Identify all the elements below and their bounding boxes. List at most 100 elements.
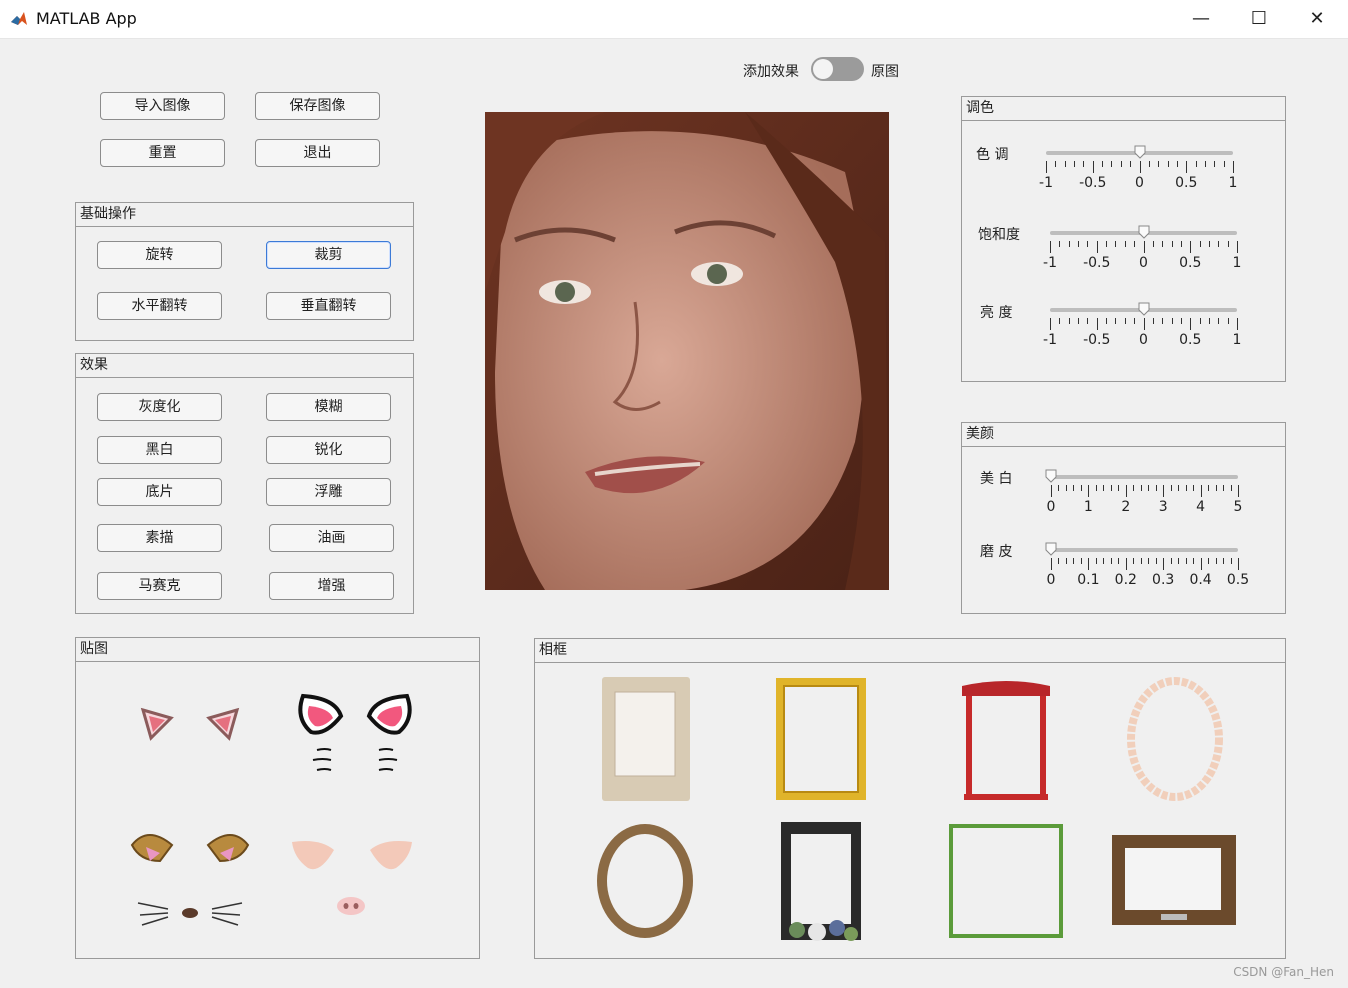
slider-tick <box>1208 318 1210 324</box>
slider-tick-label: 0.4 <box>1189 572 1212 588</box>
slider-tick <box>1227 241 1229 247</box>
rotate-button[interactable]: 旋转 <box>97 241 222 269</box>
maximize-button[interactable]: ☐ <box>1230 0 1288 38</box>
stickers-title: 贴图 <box>76 638 479 662</box>
slider-tick <box>1073 485 1075 491</box>
minimize-button[interactable]: — <box>1172 0 1230 38</box>
slider-tick <box>1185 558 1187 564</box>
slider-tick-label: 0 <box>1135 175 1144 191</box>
slider-tick <box>1140 558 1142 564</box>
slider-tick <box>1178 485 1180 491</box>
slider-tick-label: 3 <box>1158 499 1168 515</box>
slider-tick <box>1176 161 1178 167</box>
slider-tick <box>1058 558 1060 564</box>
slider-tick <box>1073 558 1075 564</box>
window-title: MATLAB App <box>36 9 137 28</box>
slider-thumb[interactable] <box>1138 225 1150 239</box>
slider-tick <box>1148 558 1150 564</box>
slider-tick <box>1171 318 1173 324</box>
oil-painting-button[interactable]: 油画 <box>269 524 394 552</box>
slider-tick <box>1163 558 1165 570</box>
slider-tick <box>1096 241 1098 253</box>
slider-tick-label: 0.1 <box>1077 572 1100 588</box>
slider-tick <box>1155 485 1157 491</box>
mosaic-button[interactable]: 马赛克 <box>97 572 222 600</box>
blur-button[interactable]: 模糊 <box>266 393 391 421</box>
slider-tick <box>1064 161 1066 167</box>
hue-label: 色 调 <box>976 147 1009 163</box>
sketch-button[interactable]: 素描 <box>97 524 222 552</box>
effect-toggle-switch[interactable] <box>811 57 864 81</box>
wood-frame[interactable] <box>1111 834 1237 926</box>
pink-scalloped-oval-frame[interactable] <box>1125 676 1225 802</box>
slider-tick-label: 1 <box>1232 332 1242 348</box>
slider-tick-label: 4 <box>1196 499 1206 515</box>
slider-tick <box>1106 241 1108 247</box>
emboss-button[interactable]: 浮雕 <box>266 478 391 506</box>
save-image-button[interactable]: 保存图像 <box>255 92 380 120</box>
small-pink-ears-sticker[interactable] <box>135 700 245 748</box>
black-floral-frame[interactable] <box>777 818 865 944</box>
pig-ears-nose-sticker[interactable] <box>290 838 414 920</box>
slider-tick <box>1051 485 1052 497</box>
slider-tick <box>1162 241 1164 247</box>
cat-ears-whiskers-sticker[interactable] <box>295 688 415 783</box>
slider-thumb[interactable] <box>1134 145 1146 159</box>
slider-tick <box>1080 558 1082 564</box>
reset-button[interactable]: 重置 <box>100 139 225 167</box>
slider-tick <box>1110 558 1112 564</box>
slider-tick-label: 0.5 <box>1175 175 1198 191</box>
slider-tick <box>1083 161 1085 167</box>
image-preview <box>485 112 889 590</box>
slider-thumb[interactable] <box>1045 469 1057 483</box>
beauty-title: 美颜 <box>962 423 1285 447</box>
slider-tick-label: 0 <box>1046 572 1056 588</box>
slider-tick <box>1158 161 1160 167</box>
dog-ears-whiskers-sticker[interactable] <box>128 825 252 935</box>
toggle-knob[interactable] <box>813 59 833 79</box>
slider-tick <box>1111 161 1113 167</box>
slider-tick <box>1074 161 1076 167</box>
slider-tick <box>1124 241 1126 247</box>
horizontal-flip-button[interactable]: 水平翻转 <box>97 292 222 320</box>
vintage-paper-frame[interactable] <box>601 676 691 802</box>
crop-button[interactable]: 裁剪 <box>266 241 391 269</box>
slider-tick <box>1065 558 1067 564</box>
slider-tick <box>1078 318 1080 324</box>
slider-thumb[interactable] <box>1045 542 1057 556</box>
brightness-label: 亮 度 <box>980 305 1013 321</box>
slider-tick <box>1059 241 1061 247</box>
slider-tick-label: 1 <box>1232 255 1242 271</box>
slider-tick <box>1171 241 1173 247</box>
slider-tick <box>1185 485 1187 491</box>
slider-track[interactable] <box>1051 475 1238 479</box>
negative-button[interactable]: 底片 <box>97 478 222 506</box>
gold-ornate-frame[interactable] <box>774 676 868 802</box>
slider-thumb[interactable] <box>1138 302 1150 316</box>
slider-tick <box>1087 318 1089 324</box>
frames-title: 相框 <box>535 639 1285 663</box>
slider-tick <box>1110 485 1112 491</box>
vertical-flip-button[interactable]: 垂直翻转 <box>266 292 391 320</box>
slider-tick-label: 1 <box>1228 175 1238 191</box>
import-image-button[interactable]: 导入图像 <box>100 92 225 120</box>
red-roof-frame[interactable] <box>960 676 1052 802</box>
black-white-button[interactable]: 黑白 <box>97 436 222 464</box>
slider-tick-label: 5 <box>1233 499 1243 515</box>
sharpen-button[interactable]: 锐化 <box>266 436 391 464</box>
grayscale-button[interactable]: 灰度化 <box>97 393 222 421</box>
slider-tick <box>1058 485 1060 491</box>
matlab-logo-icon <box>11 12 27 25</box>
bronze-oval-frame[interactable] <box>593 820 698 942</box>
close-button[interactable]: ✕ <box>1288 0 1346 38</box>
slider-tick <box>1162 318 1164 324</box>
slider-tick <box>1190 318 1192 330</box>
slider-tick <box>1102 161 1104 167</box>
slider-tick <box>1125 485 1127 497</box>
bamboo-frame[interactable] <box>943 818 1069 944</box>
exit-button[interactable]: 退出 <box>255 139 380 167</box>
slider-tick <box>1223 558 1225 564</box>
enhance-button[interactable]: 增强 <box>269 572 394 600</box>
slider-tick <box>1106 318 1108 324</box>
slider-track[interactable] <box>1051 548 1238 552</box>
